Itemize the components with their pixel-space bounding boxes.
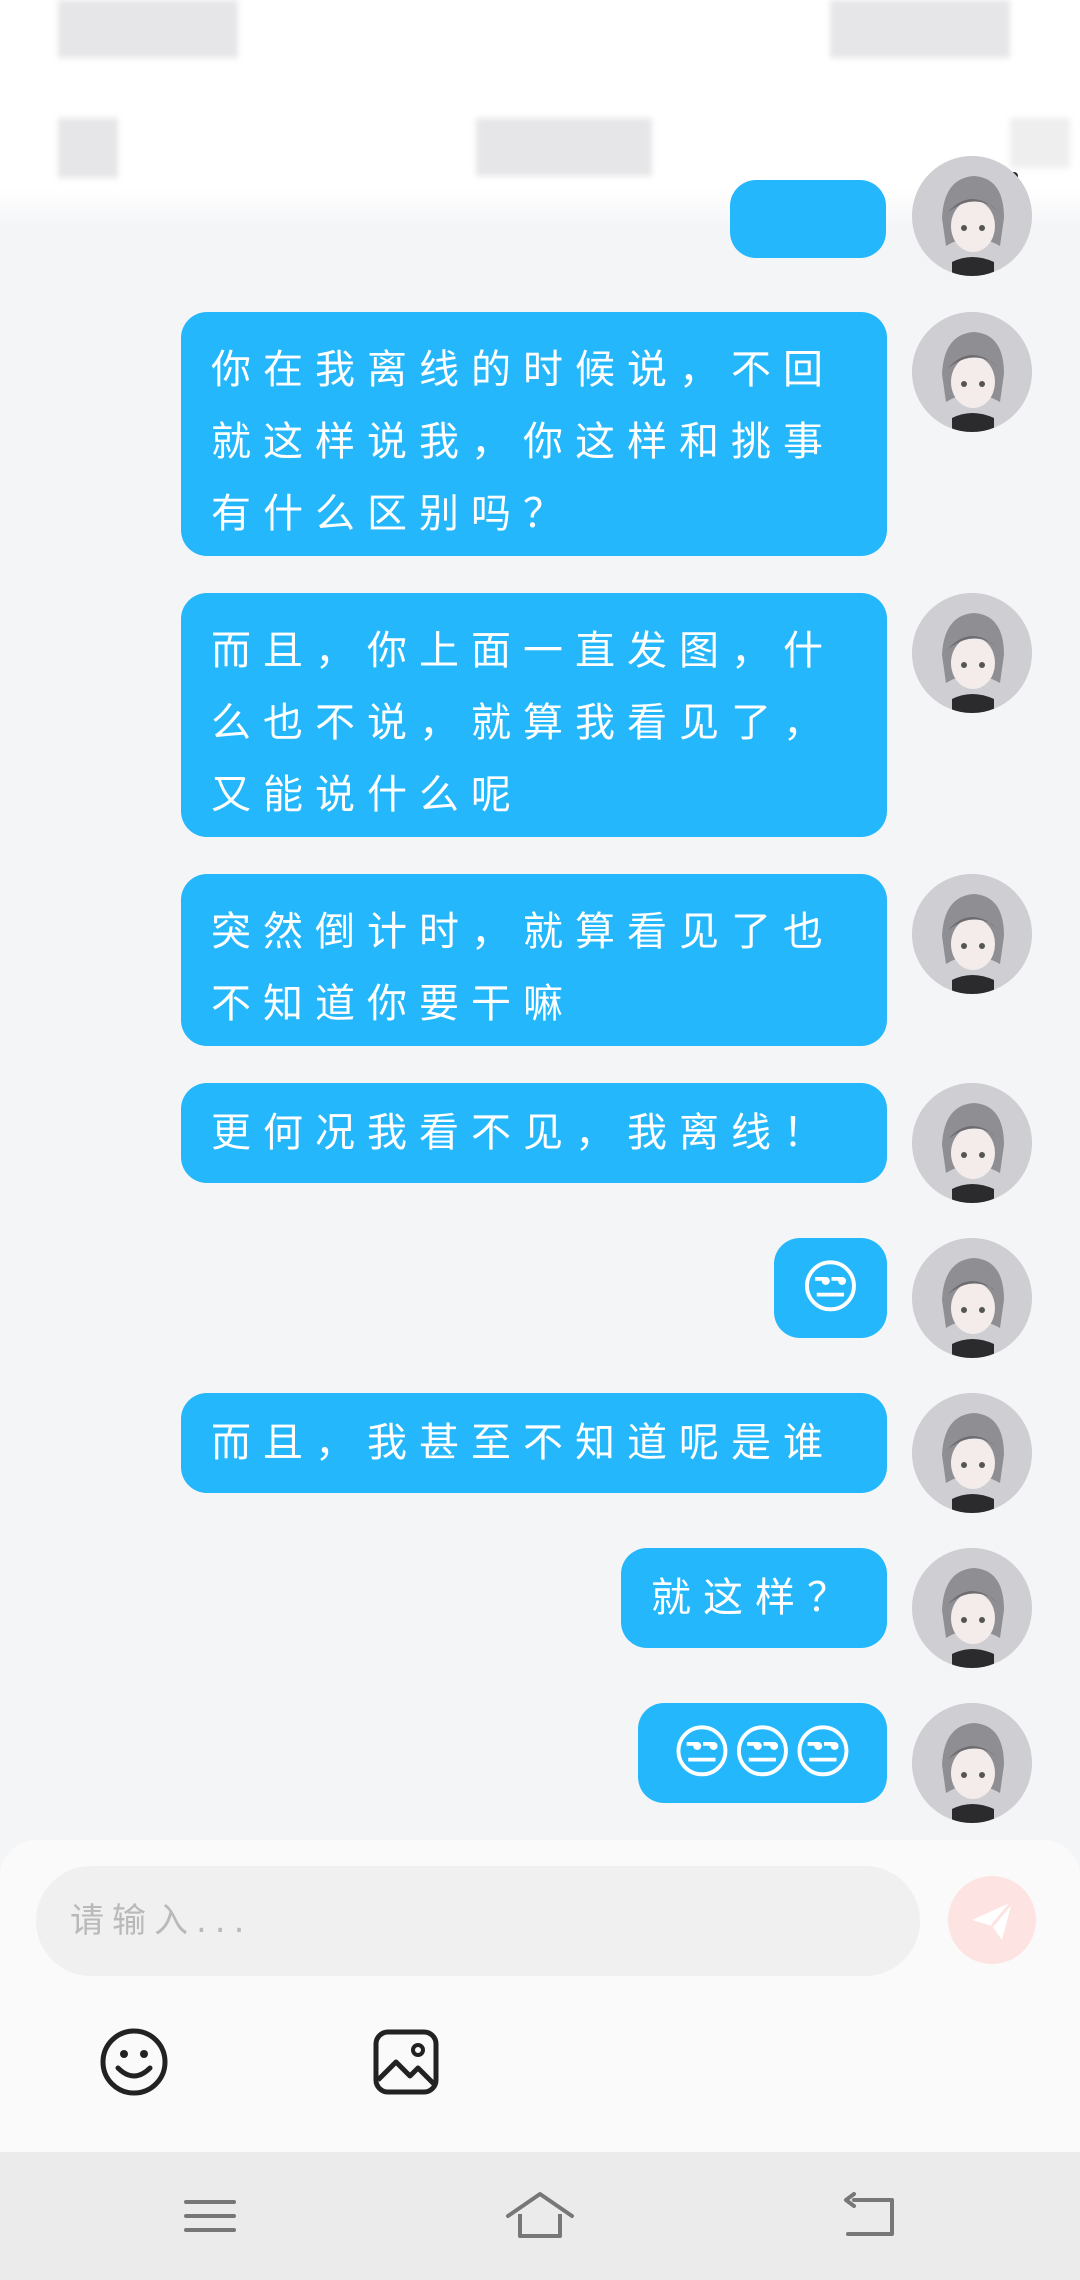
send-icon	[972, 1901, 1014, 1940]
back-icon	[844, 2192, 894, 2236]
image-button[interactable]	[366, 2022, 446, 2102]
message-bubble[interactable]: 突然倒计时，就算看见了也不知道你要干嘛	[181, 874, 887, 1046]
menu-icon	[184, 2200, 236, 2232]
avatar-image	[912, 312, 1032, 432]
emoji-button[interactable]	[94, 2022, 174, 2102]
message-bubble[interactable]: 而且，你上面一直发图，什么也不说，就算我看见了，又能说什么呢	[181, 593, 887, 837]
avatar-image	[912, 1083, 1032, 1203]
avatar-image	[912, 1238, 1032, 1358]
message-bubble-emoji[interactable]: 😒	[774, 1238, 887, 1338]
message-bubble[interactable]: 就这样？	[621, 1548, 887, 1648]
user-avatar[interactable]	[912, 1703, 1032, 1823]
avatar-image	[912, 874, 1032, 994]
user-avatar[interactable]	[912, 1548, 1032, 1668]
user-avatar[interactable]	[912, 312, 1032, 432]
user-avatar[interactable]	[912, 156, 1032, 276]
avatar-image	[912, 593, 1032, 713]
home-icon	[506, 2192, 574, 2238]
user-avatar[interactable]	[912, 1393, 1032, 1513]
nav-home-button[interactable]	[504, 2186, 576, 2246]
message-input[interactable]	[36, 1866, 920, 1976]
avatar-image	[912, 156, 1032, 276]
message-bubble[interactable]: 你在我离线的时候说，不回就这样说我，你这样和挑事有什么区别吗？	[181, 312, 887, 556]
system-nav-bar	[0, 2152, 1080, 2280]
nav-menu-button[interactable]	[180, 2186, 240, 2246]
composer-panel	[0, 1840, 1080, 2152]
message-bubble[interactable]: 而且，我甚至不知道呢是谁	[181, 1393, 887, 1493]
send-button[interactable]	[948, 1876, 1036, 1964]
message-bubble[interactable]: 更何况我看不见，我离线！	[181, 1083, 887, 1183]
message-list[interactable]: 你在我离线的时候说，不回就这样说我，你这样和挑事有什么区别吗？ 而且，你上面一直…	[0, 0, 1080, 1840]
nav-back-button[interactable]	[840, 2186, 900, 2246]
message-bubble-partial[interactable]	[730, 180, 886, 258]
emoji-icon	[100, 2028, 168, 2096]
avatar-image	[912, 1548, 1032, 1668]
user-avatar[interactable]	[912, 1083, 1032, 1203]
avatar-image	[912, 1703, 1032, 1823]
user-avatar[interactable]	[912, 593, 1032, 713]
user-avatar[interactable]	[912, 874, 1032, 994]
user-avatar[interactable]	[912, 1238, 1032, 1358]
message-bubble-emoji[interactable]: 😒😒😒	[638, 1703, 887, 1803]
image-icon	[373, 2029, 439, 2095]
avatar-image	[912, 1393, 1032, 1513]
